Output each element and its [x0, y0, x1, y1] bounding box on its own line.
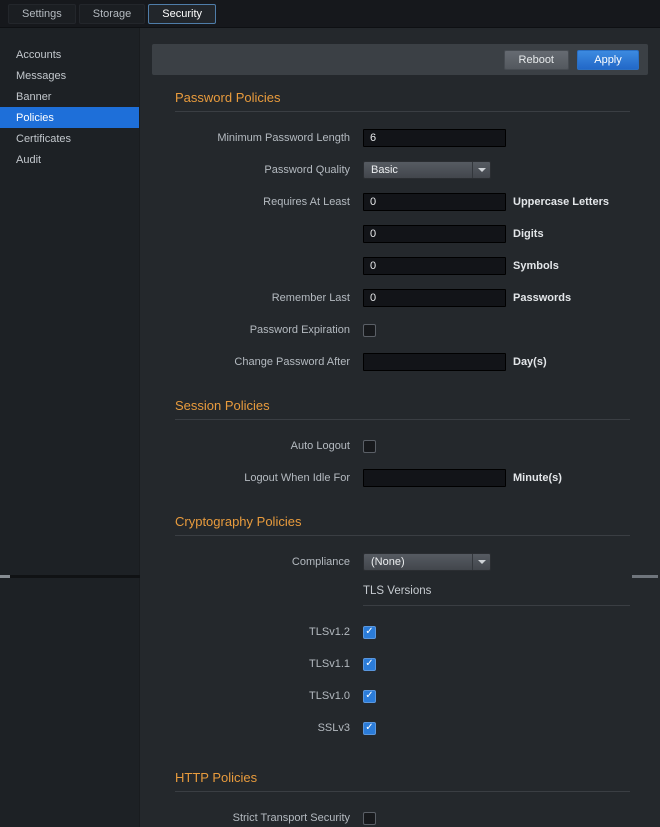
content-horizontal-scrollbar[interactable]: [632, 575, 658, 578]
password-quality-value: Basic: [371, 164, 398, 176]
http-policies-section: HTTP Policies Strict Transport Security …: [175, 771, 630, 827]
apply-button[interactable]: Apply: [577, 50, 639, 70]
sidebar-item-accounts[interactable]: Accounts: [0, 44, 139, 65]
row-tlsv1-1: TLSv1.1 ✓: [175, 655, 630, 673]
minimum-password-length-input[interactable]: [363, 129, 506, 147]
row-minimum-password-length: Minimum Password Length: [175, 129, 630, 147]
check-icon: ✓: [365, 723, 373, 733]
logout-when-idle-label: Logout When Idle For: [175, 472, 350, 484]
reboot-button[interactable]: Reboot: [504, 50, 569, 70]
check-icon: ✓: [365, 691, 373, 701]
tab-security[interactable]: Security: [148, 4, 216, 24]
cryptography-policies-section: Cryptography Policies Compliance (None): [175, 515, 630, 737]
digits-input[interactable]: [363, 225, 506, 243]
row-tlsv1-2: TLSv1.2 ✓: [175, 623, 630, 641]
tlsv1-1-checkbox[interactable]: ✓: [363, 658, 376, 671]
password-expiration-checkbox[interactable]: ✓: [363, 324, 376, 337]
sslv3-checkbox[interactable]: ✓: [363, 722, 376, 735]
digits-unit-label: Digits: [513, 228, 544, 240]
compliance-select[interactable]: (None): [363, 553, 491, 571]
tls-versions-subheading: TLS Versions: [363, 585, 630, 606]
content-panel: Reboot Apply Password Policies Minimum P…: [140, 28, 660, 827]
sidebar-item-audit[interactable]: Audit: [0, 149, 139, 170]
tab-storage-label: Storage: [93, 8, 132, 20]
sslv3-label: SSLv3: [175, 722, 350, 734]
change-password-after-label: Change Password After: [175, 356, 350, 368]
change-password-after-input[interactable]: [363, 353, 506, 371]
session-policies-title: Session Policies: [175, 399, 630, 420]
uppercase-letters-input[interactable]: [363, 193, 506, 211]
password-expiration-label: Password Expiration: [175, 324, 350, 336]
sidebar-item-certificates[interactable]: Certificates: [0, 128, 139, 149]
sidebar-item-messages[interactable]: Messages: [0, 65, 139, 86]
strict-transport-security-label: Strict Transport Security: [175, 812, 350, 824]
remember-last-input[interactable]: [363, 289, 506, 307]
row-password-expiration: Password Expiration ✓: [175, 321, 630, 339]
symbols-unit-label: Symbols: [513, 260, 559, 272]
scrollbar-thumb[interactable]: [0, 575, 10, 578]
row-strict-transport-security: Strict Transport Security ✓: [175, 809, 630, 827]
row-requires-symbols: Symbols: [175, 257, 630, 275]
cryptography-policies-title: Cryptography Policies: [175, 515, 630, 536]
session-policies-section: Session Policies Auto Logout ✓ Logout Wh…: [175, 399, 630, 487]
minutes-unit-label: Minute(s): [513, 472, 562, 484]
auto-logout-label: Auto Logout: [175, 440, 350, 452]
password-policies-section: Password Policies Minimum Password Lengt…: [175, 91, 630, 371]
remember-last-label: Remember Last: [175, 292, 350, 304]
sidebar: Accounts Messages Banner Policies Certif…: [0, 28, 140, 827]
requires-at-least-label: Requires At Least: [175, 196, 350, 208]
uppercase-letters-unit-label: Uppercase Letters: [513, 196, 609, 208]
password-quality-label: Password Quality: [175, 164, 350, 176]
row-tlsv1-0: TLSv1.0 ✓: [175, 687, 630, 705]
passwords-unit-label: Passwords: [513, 292, 571, 304]
tlsv1-0-label: TLSv1.0: [175, 690, 350, 702]
tlsv1-1-label: TLSv1.1: [175, 658, 350, 670]
chevron-down-icon: [478, 560, 486, 564]
check-icon: ✓: [365, 627, 373, 637]
top-navigation: Settings Storage Security: [0, 0, 660, 28]
compliance-label: Compliance: [175, 556, 350, 568]
minimum-password-length-label: Minimum Password Length: [175, 132, 350, 144]
row-logout-when-idle: Logout When Idle For Minute(s): [175, 469, 630, 487]
days-unit-label: Day(s): [513, 356, 547, 368]
row-requires-uppercase: Requires At Least Uppercase Letters: [175, 193, 630, 211]
strict-transport-security-checkbox[interactable]: ✓: [363, 812, 376, 825]
row-remember-last: Remember Last Passwords: [175, 289, 630, 307]
tlsv1-0-checkbox[interactable]: ✓: [363, 690, 376, 703]
http-policies-title: HTTP Policies: [175, 771, 630, 792]
row-sslv3: SSLv3 ✓: [175, 719, 630, 737]
tab-settings-label: Settings: [22, 8, 62, 20]
logout-when-idle-input[interactable]: [363, 469, 506, 487]
sidebar-item-policies[interactable]: Policies: [0, 107, 139, 128]
compliance-value: (None): [371, 556, 405, 568]
row-password-quality: Password Quality Basic: [175, 161, 630, 179]
password-policies-title: Password Policies: [175, 91, 630, 112]
check-icon: ✓: [365, 659, 373, 669]
password-quality-select[interactable]: Basic: [363, 161, 491, 179]
sidebar-horizontal-scrollbar[interactable]: [0, 575, 140, 578]
tab-storage[interactable]: Storage: [79, 4, 146, 24]
sidebar-item-banner[interactable]: Banner: [0, 86, 139, 107]
tab-settings[interactable]: Settings: [8, 4, 76, 24]
row-requires-digits: Digits: [175, 225, 630, 243]
row-compliance: Compliance (None): [175, 553, 630, 571]
action-bar: Reboot Apply: [152, 44, 648, 75]
symbols-input[interactable]: [363, 257, 506, 275]
tlsv1-2-label: TLSv1.2: [175, 626, 350, 638]
row-auto-logout: Auto Logout ✓: [175, 437, 630, 455]
auto-logout-checkbox[interactable]: ✓: [363, 440, 376, 453]
tab-security-label: Security: [162, 8, 202, 20]
chevron-down-icon: [478, 168, 486, 172]
row-change-password-after: Change Password After Day(s): [175, 353, 630, 371]
tlsv1-2-checkbox[interactable]: ✓: [363, 626, 376, 639]
security-settings-window: Settings Storage Security Accounts Messa…: [0, 0, 660, 827]
